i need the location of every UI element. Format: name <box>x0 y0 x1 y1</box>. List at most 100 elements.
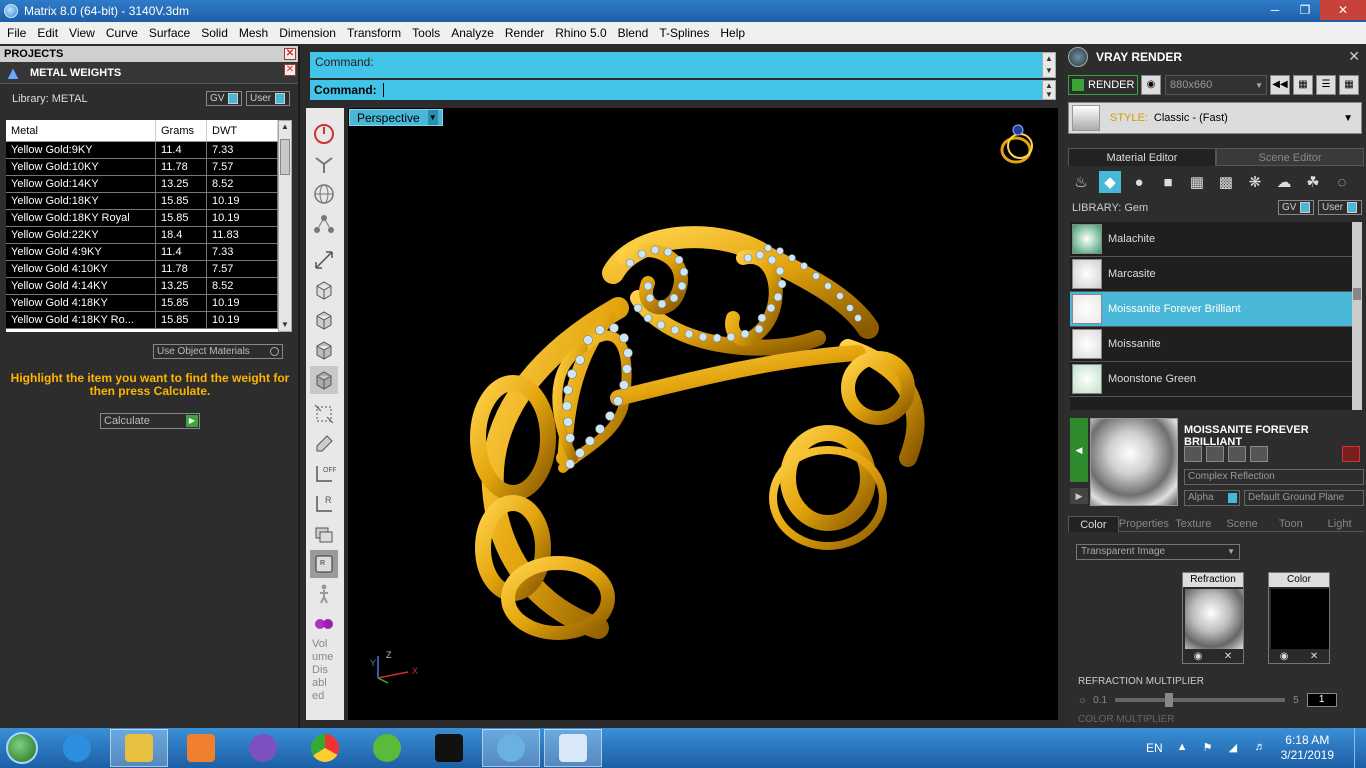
column-dwt[interactable]: DWT <box>207 120 278 141</box>
table-row[interactable]: Yellow Gold:18KY Royal 15.85 10.19 <box>6 210 278 227</box>
tab-properties[interactable]: Properties <box>1118 516 1169 532</box>
table-row[interactable]: Yellow Gold:18KY 15.85 10.19 <box>6 193 278 210</box>
clock[interactable]: 6:18 AM 3/21/2019 <box>1281 733 1334 763</box>
list-item[interactable]: Malachite <box>1070 222 1352 257</box>
minimize-button[interactable]: ─ <box>1260 0 1290 20</box>
table-row[interactable]: Yellow Gold 4:14KY 13.25 8.52 <box>6 278 278 295</box>
vray-close-icon[interactable]: ✕ <box>1348 48 1360 65</box>
material-list-scrollbar[interactable] <box>1352 222 1362 410</box>
refraction-multiplier-slider[interactable]: ☼ 0.1 5 1 <box>1078 692 1362 708</box>
gem-icon[interactable]: ◆ <box>1099 171 1121 193</box>
signal-icon[interactable]: ◢ <box>1229 741 1243 755</box>
rewind-icon[interactable]: ◀◀ <box>1270 75 1290 95</box>
menu-solid[interactable]: Solid <box>196 26 234 40</box>
alpha-toggle[interactable]: Alpha <box>1184 490 1240 506</box>
tab-texture[interactable]: Texture <box>1168 516 1218 532</box>
gem-gv-toggle[interactable]: GV <box>1278 200 1314 215</box>
table-row[interactable]: Yellow Gold 4:18KY 15.85 10.19 <box>6 295 278 312</box>
command-history-scrollbar[interactable]: ▲ ▼ <box>1042 52 1056 78</box>
sphere-icon[interactable]: ● <box>1128 171 1150 193</box>
tab-color[interactable]: Color <box>1068 516 1119 532</box>
render-style-select[interactable]: STYLE: Classic - (Fast) ▼ <box>1068 102 1362 134</box>
start-button[interactable] <box>0 728 44 768</box>
menu-file[interactable]: File <box>2 26 32 40</box>
calculate-button[interactable]: Calculate ▶ <box>100 413 200 429</box>
transform-tool[interactable] <box>310 246 338 274</box>
use-object-materials-toggle[interactable]: Use Object Materials <box>153 344 283 359</box>
tray-expand-icon[interactable]: ▲ <box>1177 741 1191 755</box>
column-grams[interactable]: Grams <box>156 120 207 141</box>
menu-tools[interactable]: Tools <box>407 26 446 40</box>
table-row[interactable]: Yellow Gold:22KY 18.4 11.83 <box>6 227 278 244</box>
list-item[interactable]: Marcasite <box>1070 257 1352 292</box>
library-icon[interactable] <box>1206 446 1224 462</box>
taskbar-media[interactable] <box>172 729 230 767</box>
gumball-off-tool[interactable]: OFF <box>310 460 338 488</box>
scene-icon[interactable]: ☘ <box>1302 171 1324 193</box>
record-tool[interactable] <box>310 120 338 148</box>
layers-tool[interactable] <box>310 520 338 548</box>
projects-close-icon[interactable]: ✕ <box>284 48 296 60</box>
import-icon[interactable] <box>1228 446 1246 462</box>
checker-icon[interactable]: ▩ <box>1215 171 1237 193</box>
perspective-viewport[interactable]: Perspective ▼ Z X Y <box>348 108 1058 720</box>
radio-icon[interactable] <box>270 347 279 356</box>
maximize-button[interactable]: ❐ <box>1290 0 1320 20</box>
menu-dimension[interactable]: Dimension <box>274 26 342 40</box>
scroll-thumb[interactable] <box>280 139 290 175</box>
menu-curve[interactable]: Curve <box>101 26 144 40</box>
slider-track[interactable] <box>1115 693 1286 707</box>
tab-material-editor[interactable]: Material Editor <box>1068 148 1216 166</box>
square-icon[interactable]: ■ <box>1157 171 1179 193</box>
cloud-icon[interactable]: ☁ <box>1273 171 1295 193</box>
volume-icon[interactable]: ♬ <box>1255 741 1269 755</box>
taskbar-ie[interactable] <box>48 729 106 767</box>
expand-right-icon[interactable]: ▶ <box>1070 488 1088 504</box>
refraction-map[interactable]: Refraction ◉ ✕ <box>1182 572 1244 664</box>
color-wheel-icon[interactable]: ◉ <box>1194 651 1203 662</box>
list-item[interactable]: Moonstone Green <box>1070 362 1352 397</box>
color-wheel-icon[interactable]: ◉ <box>1280 651 1289 662</box>
tab-light[interactable]: Light <box>1315 516 1364 532</box>
box-tool-2[interactable] <box>310 306 338 334</box>
list-icon[interactable]: ☰ <box>1316 75 1336 95</box>
metal-weights-close-icon[interactable]: ✕ <box>284 64 296 76</box>
gumball-r-tool[interactable]: R <box>310 490 338 518</box>
bulb-icon[interactable]: ◌ <box>1331 171 1353 193</box>
taskbar-paint[interactable] <box>544 729 602 767</box>
box-tool-1[interactable] <box>310 276 338 304</box>
ground-plane-select[interactable]: Default Ground Plane <box>1244 490 1364 506</box>
save-icon[interactable] <box>1184 446 1202 462</box>
table-row[interactable]: Yellow Gold 4:18KY Ro... 15.85 10.19 <box>6 312 278 329</box>
menu-blend[interactable]: Blend <box>613 26 655 40</box>
dropper-tool[interactable] <box>310 430 338 458</box>
network-tool[interactable] <box>310 210 338 238</box>
plugin-tool[interactable] <box>310 610 338 638</box>
remove-icon[interactable]: ✕ <box>1224 651 1232 662</box>
expand-left-icon[interactable]: ◀ <box>1070 418 1088 482</box>
pattern-icon[interactable]: ▦ <box>1186 171 1208 193</box>
menu-render[interactable]: Render <box>500 26 550 40</box>
box-tool-4[interactable] <box>310 366 338 394</box>
menu-transform[interactable]: Transform <box>342 26 407 40</box>
taskbar-chrome[interactable] <box>296 729 354 767</box>
curve-tool[interactable] <box>310 150 338 178</box>
taskbar-garena[interactable] <box>420 729 478 767</box>
menu-surface[interactable]: Surface <box>144 26 196 40</box>
gem-user-toggle[interactable]: User <box>1318 200 1362 215</box>
close-button[interactable]: ✕ <box>1320 0 1366 20</box>
slider-knob[interactable] <box>1165 693 1174 707</box>
tab-scene[interactable]: Scene <box>1217 516 1267 532</box>
table-row[interactable]: Yellow Gold 4:9KY 11.4 7.33 <box>6 244 278 261</box>
remove-icon[interactable]: ✕ <box>1310 651 1318 662</box>
column-metal[interactable]: Metal <box>6 120 156 141</box>
scroll-thumb[interactable] <box>1353 288 1361 300</box>
ring-model[interactable] <box>348 108 1058 720</box>
list-item[interactable]: Moissanite <box>1070 327 1352 362</box>
transparent-image-select[interactable]: Transparent Image ▼ <box>1076 544 1240 560</box>
taskbar-app-green[interactable] <box>358 729 416 767</box>
slider-value-input[interactable]: 1 <box>1306 693 1337 707</box>
show-desktop-button[interactable] <box>1354 728 1366 768</box>
ring-orientation-icon[interactable] <box>998 120 1038 170</box>
play-icon[interactable]: ▶ <box>186 415 198 427</box>
